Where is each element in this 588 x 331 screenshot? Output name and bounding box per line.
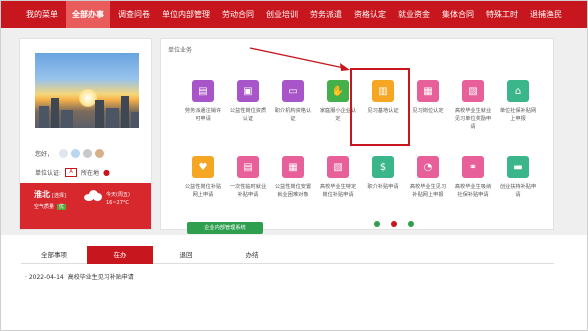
nav-item-collective-contract[interactable]: 集体合同 xyxy=(436,1,480,28)
badge-icon xyxy=(71,149,81,158)
service-tile[interactable]: ▧ 高校毕业生就业见习单位奖励申请 xyxy=(453,80,493,131)
monitor-icon: ▭ xyxy=(282,80,304,102)
weather-day: 今天(周五) xyxy=(106,192,130,198)
service-tile[interactable]: ▤ 一次性临时就业补贴申请 xyxy=(228,156,268,199)
service-tile[interactable]: ▣ 公益性岗位资质认证 xyxy=(228,80,268,123)
document-icon: ▤ xyxy=(192,80,214,102)
service-tile-label: 高校毕业生特定岗位补贴申请 xyxy=(319,184,357,198)
carousel-dot[interactable] xyxy=(391,221,397,227)
hand-icon: ✋ xyxy=(327,80,349,102)
service-tile[interactable]: ▤ 劳务派遣注销许可申请 xyxy=(183,80,223,123)
greeting-row: 您好， xyxy=(35,149,105,158)
air-quality-badge: 优 xyxy=(57,204,67,210)
people-icon: ▦ xyxy=(282,156,304,178)
cert-label: 单位认证: xyxy=(35,170,62,177)
service-tile[interactable]: ▧ 高校毕业生特定岗位补贴申请 xyxy=(318,156,358,199)
task-list: · 2022-04-14 高校毕业生见习补贴申请 xyxy=(25,272,134,281)
nav-item-special-hours[interactable]: 特殊工时 xyxy=(480,1,524,28)
service-tile[interactable]: ⌂ 单位社保补贴网上申报 xyxy=(498,80,538,123)
nav-item-entrepreneurship-training[interactable]: 创业培训 xyxy=(260,1,304,28)
service-tile-label: 高校毕业生吸纳社保补贴申请 xyxy=(454,184,492,198)
badge-icon: ▣ xyxy=(237,80,259,102)
graduate-icon: ▧ xyxy=(327,156,349,178)
carousel-dots xyxy=(374,221,414,227)
carousel-dot[interactable] xyxy=(374,221,380,227)
weather-widget: 淮北 [选择] 空气质量优 今天(周五) 16~27°C xyxy=(20,183,151,229)
nav-item-all-services[interactable]: 全部办事 xyxy=(66,1,110,28)
service-tile-label: 公益性岗位资质认证 xyxy=(229,108,267,122)
pointer-arrow-icon xyxy=(249,47,350,71)
top-nav: 我的菜单 全部办事 调查问卷 单位内部管理 劳动合同 创业培训 劳务派遣 资格认… xyxy=(1,1,587,28)
briefcase-icon: ▬ xyxy=(507,156,529,178)
id-card-icon[interactable]: A xyxy=(65,168,78,177)
tab-in-progress[interactable]: 在办 xyxy=(87,246,153,264)
internal-management-system-button[interactable]: 企业内部管理系统 xyxy=(187,222,263,234)
service-tile[interactable]: ▦ 公益性岗位安置就业困难对象 xyxy=(273,156,313,199)
nav-item-internal-management[interactable]: 单位内部管理 xyxy=(156,1,216,28)
service-tile-label: 职介机构资格认证 xyxy=(274,108,312,122)
nav-item-labor-contract[interactable]: 劳动合同 xyxy=(216,1,260,28)
carousel-dot[interactable] xyxy=(408,221,414,227)
service-tile-label: 见习岗位认定 xyxy=(412,108,444,114)
nav-item-survey[interactable]: 调查问卷 xyxy=(112,1,156,28)
form-icon: ▤ xyxy=(237,156,259,178)
weather-temp: 16~27°C xyxy=(106,200,129,206)
task-tabs: 全部事项 在办 退回 办结 xyxy=(21,246,554,264)
service-tile-label: 创业扶持补贴申请 xyxy=(499,184,537,198)
edit-icon[interactable] xyxy=(95,149,105,158)
service-tile[interactable]: ◔ 高校毕业生见习补贴网上申报 xyxy=(408,156,448,199)
bank-icon: ⌂ xyxy=(507,80,529,102)
handshake-icon: ⚭ xyxy=(462,156,484,178)
heart-icon: ♥ xyxy=(192,156,214,178)
nav-item-my-menu[interactable]: 我的菜单 xyxy=(20,1,64,28)
tab-all[interactable]: 全部事项 xyxy=(21,246,87,264)
post-icon: ▦ xyxy=(417,80,439,102)
money-bag-icon: $ xyxy=(372,156,394,178)
service-tile-label: 职介补贴申请 xyxy=(367,184,399,190)
badge-icon xyxy=(83,149,93,158)
list-item-title: 高校毕业生见习补贴申请 xyxy=(67,274,134,281)
tab-returned[interactable]: 退回 xyxy=(153,246,219,264)
nav-item-retired-fishermen[interactable]: 退捕渔民 xyxy=(524,1,568,28)
location-pin-icon[interactable]: ● xyxy=(103,168,110,177)
weather-city: 淮北 [选择] xyxy=(34,190,66,199)
chart-icon: ◔ xyxy=(417,156,439,178)
profile-card: 您好， 单位认证: A 所在地 ● 淮北 [选择] 空气质量优 今天(周五) 16… xyxy=(19,38,152,230)
nav-item-qualification[interactable]: 资格认定 xyxy=(348,1,392,28)
city-photo xyxy=(35,53,139,128)
location-label: 所在地 xyxy=(81,170,100,177)
service-tile[interactable]: ▭ 职介机构资格认证 xyxy=(273,80,313,123)
cloud-icon xyxy=(84,190,102,201)
greeting-label: 您好， xyxy=(35,151,54,158)
nav-item-employment-funds[interactable]: 就业资金 xyxy=(392,1,436,28)
city-select-link[interactable]: [选择] xyxy=(52,193,66,199)
certification-row: 单位认证: A 所在地 ● xyxy=(35,168,110,177)
service-tile-label: 一次性临时就业补贴申请 xyxy=(229,184,267,198)
service-tile-label: 高校毕业生见习补贴网上申报 xyxy=(409,184,447,198)
services-title: 单位业务 xyxy=(168,47,193,54)
service-tile[interactable]: ⚭ 高校毕业生吸纳社保补贴申请 xyxy=(453,156,493,199)
service-tile[interactable]: ▬ 创业扶持补贴申请 xyxy=(498,156,538,199)
service-tile-label: 劳务派遣注销许可申请 xyxy=(184,108,222,122)
service-tile-label: 公益性岗位补贴网上申请 xyxy=(184,184,222,198)
badge-icon xyxy=(59,149,69,158)
award-icon: ▧ xyxy=(462,80,484,102)
service-tile[interactable]: ♥ 公益性岗位补贴网上申请 xyxy=(183,156,223,199)
status-badges xyxy=(59,149,105,158)
list-item[interactable]: · 2022-04-14 高校毕业生见习补贴申请 xyxy=(25,272,134,281)
nav-item-labor-dispatch[interactable]: 劳务派遣 xyxy=(304,1,348,28)
service-tile-label: 公益性岗位安置就业困难对象 xyxy=(274,184,312,198)
air-quality: 空气质量优 xyxy=(34,204,67,210)
highlight-box xyxy=(350,68,410,146)
service-tile-label: 单位社保补贴网上申报 xyxy=(499,108,537,122)
tab-completed[interactable]: 办结 xyxy=(219,246,285,264)
service-tile-label: 高校毕业生就业见习单位奖励申请 xyxy=(454,108,492,130)
service-tile[interactable]: ▦ 见习岗位认定 xyxy=(408,80,448,115)
service-tile[interactable]: $ 职介补贴申请 xyxy=(363,156,403,191)
list-item-date: 2022-04-14 xyxy=(28,274,64,281)
